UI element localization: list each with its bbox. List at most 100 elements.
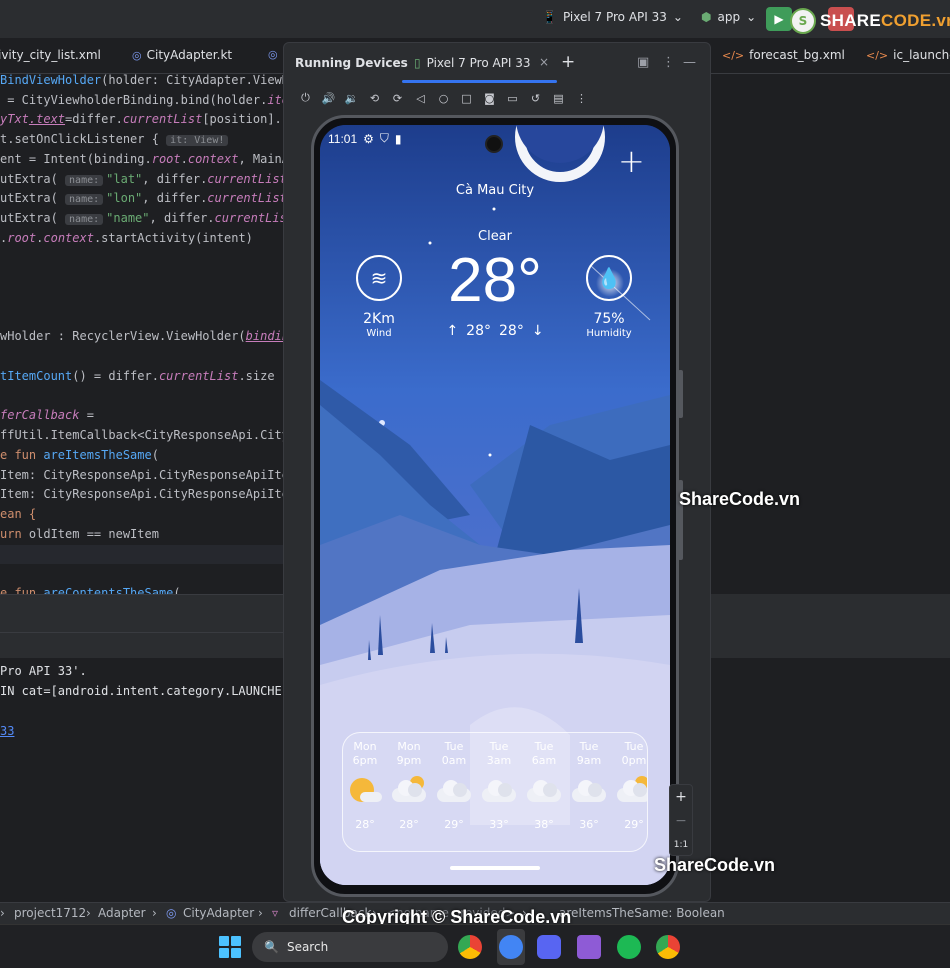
add-city-button[interactable]: + <box>618 145 645 177</box>
arrow-down-icon: ↓ <box>531 323 544 339</box>
hourly-forecast[interactable]: Mon 6pm 28° Mon 9pm 28° Tue 0am 29° Tue … <box>342 732 648 852</box>
taskbar-search[interactable]: 🔍 Search <box>252 932 448 962</box>
forecast-item: Tue 0pm 29° <box>612 740 647 831</box>
code-line: = CityViewholderBinding.bind(holder.ite <box>0 93 283 107</box>
code-line: .root.context.startActivity(intent) <box>0 231 253 245</box>
overview-icon[interactable]: □ <box>455 89 478 107</box>
visual-studio-icon[interactable] <box>577 935 601 959</box>
tab-city-adapter[interactable]: ◎ CityAdapter.kt <box>132 48 232 62</box>
code-line: e fun areContentsTheSame( <box>0 586 181 594</box>
tab-forecast-bg[interactable]: </> forecast_bg.xml <box>722 48 845 62</box>
tool-window-header <box>0 594 283 632</box>
record-icon[interactable]: ▭ <box>501 89 524 107</box>
wind-icon: ≋ <box>356 255 402 301</box>
rotate-left-icon[interactable]: ⟲ <box>363 89 386 107</box>
device-selector-label: Pixel 7 Pro API 33 <box>562 10 667 24</box>
android-icon: ⬢ <box>701 10 712 24</box>
search-placeholder: Search <box>286 940 329 954</box>
crumb-project[interactable]: project1712 <box>14 906 86 920</box>
code-line: t.setOnClickListener { it: View! <box>0 129 231 149</box>
reset-icon[interactable]: ↺ <box>524 89 547 107</box>
forecast-item: Tue 6am 38° <box>522 740 566 831</box>
add-device-button[interactable]: + <box>561 52 575 72</box>
volume-up-icon[interactable]: 🔊 <box>317 89 340 107</box>
more-options-icon[interactable]: ⋮ <box>662 55 675 70</box>
rotate-right-icon[interactable]: ⟳ <box>386 89 409 107</box>
console-link[interactable]: 33 <box>0 724 14 738</box>
partly-cloudy-icon <box>390 776 428 804</box>
device-toolbar: ⏻ 🔊 🔉 ⟲ ⟳ ◁ ○ □ ◙ ▭ ↺ ▤ ⋮ <box>294 89 593 107</box>
run-button[interactable]: ▶ <box>766 7 792 31</box>
tab-pixel-7-pro[interactable]: ▯ Pixel 7 Pro API 33 <box>414 56 531 70</box>
back-icon[interactable]: ◁ <box>409 89 432 107</box>
play-icon: ▶ <box>774 12 784 26</box>
property-icon: ▿ <box>272 906 279 920</box>
power-icon[interactable]: ⏻ <box>294 89 317 107</box>
volume-down-icon[interactable]: 🔉 <box>340 89 363 107</box>
tab-ic-launcher[interactable]: </> ic_launcher_ <box>866 48 950 62</box>
logo-text-prefix: SHARE <box>820 11 882 30</box>
watermark: ShareCode.vn <box>679 489 801 509</box>
cloudy-icon <box>525 776 563 804</box>
chrome-icon[interactable] <box>458 935 482 959</box>
device-icon: ▯ <box>414 56 421 70</box>
active-tab-indicator <box>402 80 557 83</box>
forecast-item: Tue 9am 36° <box>567 740 611 831</box>
crumb-method[interactable]: areItemsTheSame: Boolean <box>559 906 725 920</box>
code-line: ferCallback = <box>0 408 94 422</box>
status-time: 11:01 <box>328 131 358 146</box>
code-line: ffUtil.ItemCallback<CityResponseApi.City <box>0 428 283 442</box>
xml-file-icon: </> <box>866 48 889 62</box>
code-editor[interactable]: BindViewHolder(holder: CityAdapter.ViewH… <box>0 74 283 594</box>
partly-cloudy-icon <box>615 776 647 804</box>
screenshot-icon[interactable]: ◙ <box>478 89 501 107</box>
forecast-item: Mon 6pm 28° <box>343 740 387 831</box>
wind-stat: ≋ 2Km Wind <box>347 255 411 339</box>
humidity-value: 75% <box>593 311 625 327</box>
spotify-icon[interactable] <box>617 935 641 959</box>
tab-label: ic_launcher_ <box>893 48 950 62</box>
tab-label: ivity_city_list.xml <box>0 48 101 62</box>
android-studio-icon[interactable] <box>499 935 523 959</box>
crumb-separator: › <box>0 906 5 920</box>
chrome-profile-icon[interactable] <box>656 935 680 959</box>
discord-icon[interactable] <box>537 935 561 959</box>
console-line: IN cat=[android.intent.category.LAUNCHE <box>0 684 282 698</box>
zoom-in-button[interactable]: + <box>670 785 692 809</box>
forecast-item: Tue 0am 29° <box>432 740 476 831</box>
tab-overflow[interactable]: ◎ <box>268 48 278 61</box>
crumb-separator: › <box>152 906 157 920</box>
sim-icon: ▮ <box>394 131 402 146</box>
wind-label: Wind <box>366 328 392 339</box>
run-config-selector[interactable]: ⬢ app ⌄ <box>701 10 756 24</box>
sharecode-logo-icon: S <box>790 8 816 34</box>
device-tab-label: Pixel 7 Pro API 33 <box>426 56 531 70</box>
cloudy-icon <box>570 776 608 804</box>
window-options-icon[interactable]: ▣ <box>637 55 649 70</box>
windows-start-icon[interactable] <box>219 936 241 958</box>
device-selector[interactable]: 📱 Pixel 7 Pro API 33 ⌄ <box>542 10 683 24</box>
more-icon[interactable]: ⋮ <box>570 89 593 107</box>
code-line: BindViewHolder(holder: CityAdapter.ViewH <box>0 74 283 87</box>
logo-text-suffix: CODE.vn <box>881 11 950 30</box>
gesture-bar[interactable] <box>450 866 540 870</box>
extended-controls-icon[interactable]: ▤ <box>547 89 570 107</box>
minimize-icon[interactable]: — <box>683 55 696 70</box>
humidity-stat: 💧 75% Humidity <box>577 255 641 339</box>
city-name: Cà Mau City <box>455 183 535 198</box>
run-console[interactable]: Pro API 33'. IN cat=[android.intent.cate… <box>0 658 283 898</box>
zoom-reset-button[interactable]: 1:1 <box>670 833 692 857</box>
tool-window-header-right <box>711 594 950 658</box>
crumb-class[interactable]: CityAdapter <box>183 906 254 920</box>
crumb-separator: › <box>86 906 91 920</box>
close-icon[interactable]: × <box>539 55 549 69</box>
tab-activity-city-list[interactable]: ivity_city_list.xml <box>0 48 101 62</box>
phone-screen[interactable]: 11:01 ⚙ ⛉ ▮ + Cà Mau City Clear 28° ↑ 28… <box>320 125 670 885</box>
class-icon: ◎ <box>166 906 177 920</box>
crumb-package[interactable]: Adapter <box>98 906 146 920</box>
code-line: ent = Intent(binding.root.context, MainA <box>0 152 283 166</box>
arrow-up-icon: ↑ <box>446 323 459 339</box>
home-icon[interactable]: ○ <box>432 89 455 107</box>
xml-file-icon: </> <box>722 48 745 62</box>
zoom-out-button[interactable]: − <box>670 809 692 833</box>
